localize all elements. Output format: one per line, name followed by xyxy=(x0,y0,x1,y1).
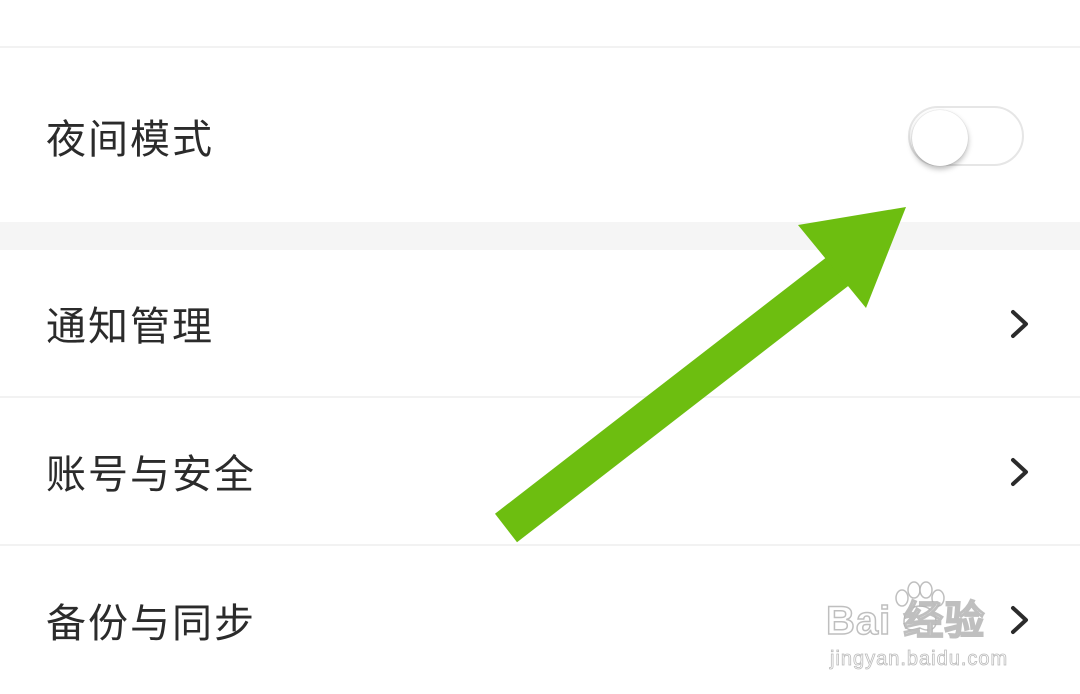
account-label: 账号与安全 xyxy=(46,452,256,498)
section-divider xyxy=(0,222,1080,250)
backup-label: 备份与同步 xyxy=(46,601,256,647)
chevron-right-icon xyxy=(1011,606,1028,634)
night-mode-label: 夜间模式 xyxy=(46,117,214,163)
toggle-knob xyxy=(912,110,968,166)
night-mode-toggle[interactable] xyxy=(908,106,1024,166)
chevron-right-icon xyxy=(1011,310,1028,338)
settings-row-account[interactable]: 账号与安全 xyxy=(0,398,1080,546)
settings-row-notify[interactable]: 通知管理 xyxy=(0,250,1080,398)
notify-label: 通知管理 xyxy=(46,304,214,350)
chevron-right-icon xyxy=(1011,458,1028,486)
previous-row-edge xyxy=(0,0,1080,48)
settings-screen: 夜间模式 通知管理 账号与安全 备份与同步 Bai 经验 jingyan.bai… xyxy=(0,0,1080,694)
settings-row-backup[interactable]: 备份与同步 xyxy=(0,546,1080,694)
